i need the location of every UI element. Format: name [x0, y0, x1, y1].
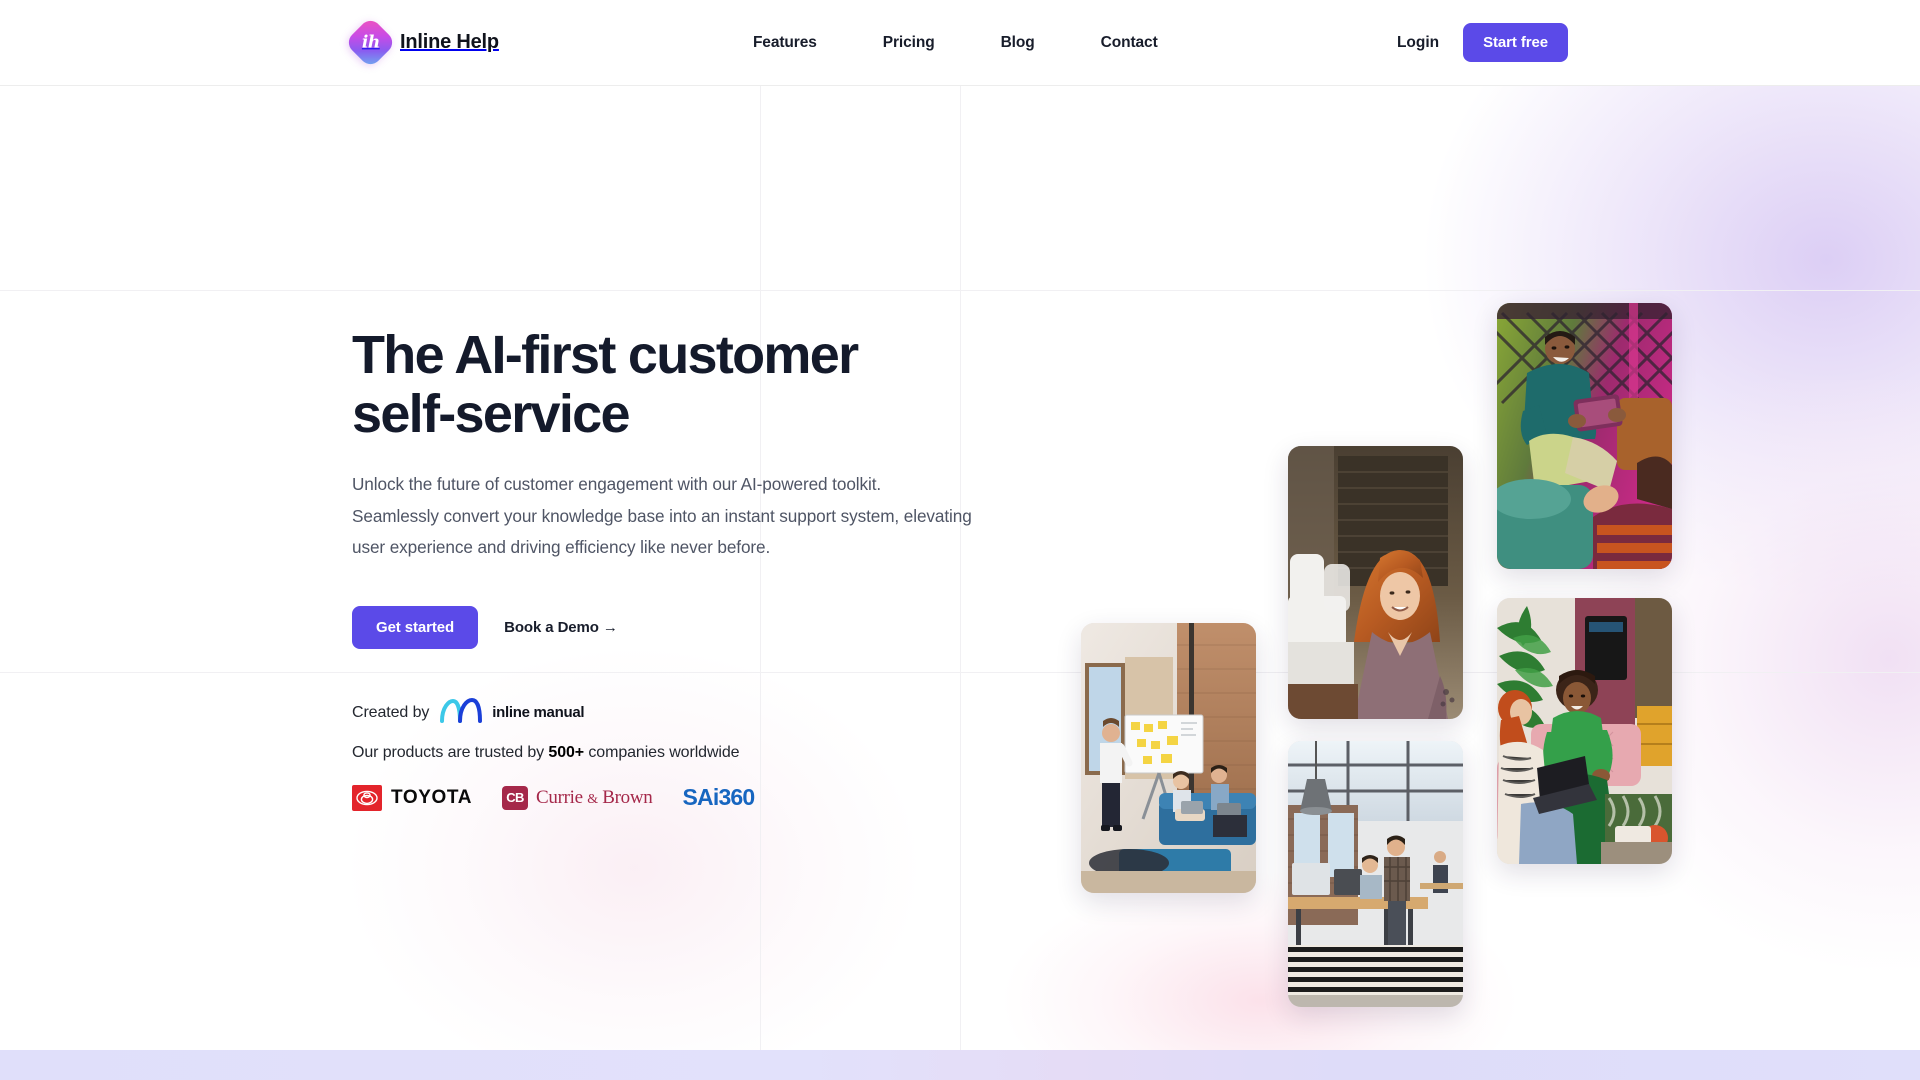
photo-card-woman-laptop	[1288, 446, 1463, 719]
created-by-row: Created by inline manual	[352, 697, 992, 728]
login-link[interactable]: Login	[1397, 34, 1439, 52]
created-by-label: Created by	[352, 703, 430, 721]
currie-brown-mark-icon: CB	[502, 785, 529, 810]
inline-manual-name: inline manual	[492, 704, 585, 722]
hero-section: The AI-first customer self-service Unloc…	[0, 86, 1920, 1080]
inline-manual-mark-icon	[438, 697, 484, 728]
photo-card-women-sofa	[1497, 598, 1672, 864]
hero-copy: The AI-first customer self-service Unloc…	[352, 326, 992, 811]
brand-logo-link[interactable]: ih Inline Help	[344, 16, 499, 69]
logo-monogram: ih	[361, 31, 380, 52]
nav-item-blog[interactable]: Blog	[968, 34, 1068, 52]
get-started-button[interactable]: Get started	[352, 606, 479, 650]
inline-manual-logo-link[interactable]: inline manual	[438, 697, 585, 728]
logo-currie-and-brown: CB Currie & Brown	[502, 785, 653, 810]
trusted-by-text: Our products are trusted by 500+ compani…	[352, 744, 992, 762]
page-title: The AI-first customer self-service	[352, 326, 992, 444]
photo-card-team-meeting	[1081, 623, 1256, 893]
toyota-wordmark: TOYOTA	[391, 786, 473, 808]
logo-toyota: TOYOTA	[352, 784, 473, 811]
photo-card-open-office	[1288, 741, 1463, 1007]
cb-ampersand: &	[587, 791, 598, 807]
start-free-button[interactable]: Start free	[1463, 23, 1568, 62]
customer-logos-row: TOYOTA CB Currie & Brown SAi360	[352, 784, 992, 811]
primary-nav: Features Pricing Blog Contact	[720, 34, 1191, 52]
trusted-prefix: Our products are trusted by	[352, 744, 549, 762]
trusted-suffix: companies worldwide	[584, 744, 740, 762]
currie-brown-wordmark: Currie & Brown	[536, 786, 653, 809]
logo-sai360: SAi360	[682, 784, 756, 811]
headline-line-1: The AI-first customer	[352, 325, 859, 385]
nav-item-features[interactable]: Features	[720, 34, 850, 52]
photo-card-man-tablet	[1497, 303, 1672, 569]
nav-item-pricing[interactable]: Pricing	[850, 34, 968, 52]
header-actions: Login Start free	[1397, 23, 1568, 62]
site-header: ih Inline Help Features Pricing Blog Con…	[0, 0, 1920, 86]
nav-item-contact[interactable]: Contact	[1068, 34, 1191, 52]
hero-subtitle: Unlock the future of customer engagement…	[352, 473, 972, 558]
brand-name: Inline Help	[400, 31, 499, 53]
trusted-count: 500+	[548, 744, 585, 762]
toyota-mark-icon	[352, 784, 382, 811]
cb-word-currie: Currie	[536, 786, 583, 808]
cb-word-brown: Brown	[602, 786, 653, 808]
book-a-demo-link[interactable]: Book a Demo →	[504, 619, 618, 636]
headline-line-2: self-service	[352, 383, 631, 444]
inline-help-logo-icon: ih	[344, 16, 397, 69]
hero-cta-row: Get started Book a Demo →	[352, 606, 992, 650]
